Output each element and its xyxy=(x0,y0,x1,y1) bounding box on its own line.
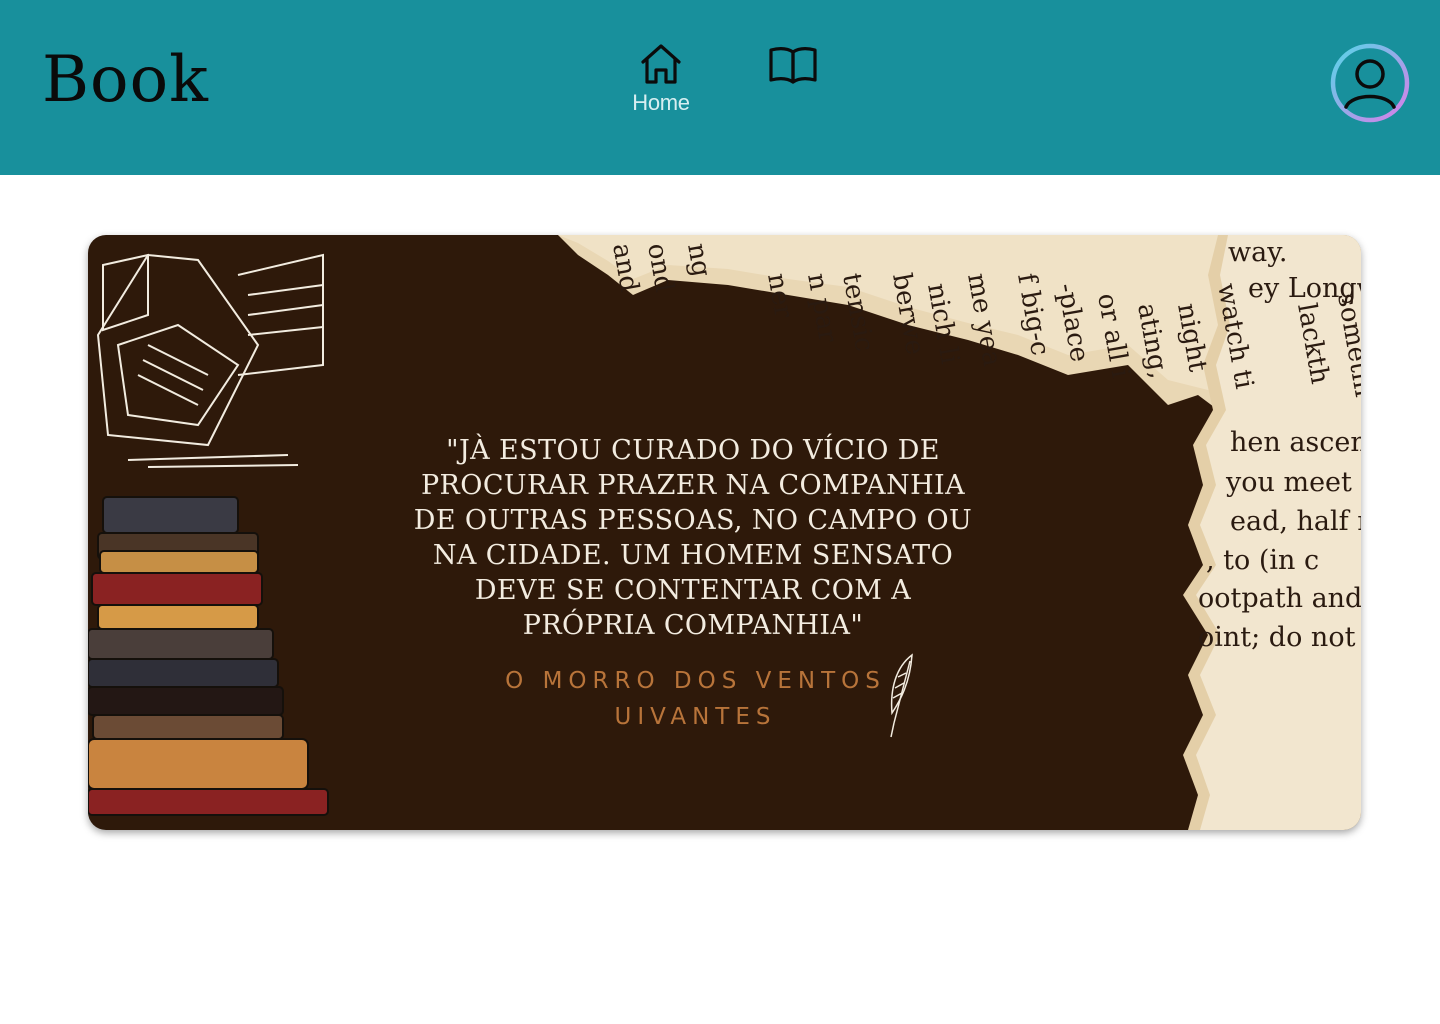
nav-home-label: Home xyxy=(632,90,690,115)
paper-snippet: way. xyxy=(1228,237,1288,268)
quote-source: O Morro dos Ventos Uivantes xyxy=(505,668,886,730)
paper-snippet: ootpath and xyxy=(1198,583,1361,614)
feather-icon xyxy=(886,653,918,744)
paper-snippet: oint; do not c xyxy=(1198,622,1361,653)
home-icon xyxy=(637,40,685,88)
user-avatar-button[interactable] xyxy=(1330,43,1410,123)
paper-snippet: ead, half r xyxy=(1230,506,1361,537)
nav-library[interactable] xyxy=(762,40,824,88)
app-logo[interactable]: Book xyxy=(42,40,209,120)
open-book-icon xyxy=(767,40,819,88)
user-avatar-icon xyxy=(1330,43,1410,127)
paper-snippet: ey Longw xyxy=(1248,273,1361,304)
svg-text:ner: ner xyxy=(761,271,798,321)
svg-text:ng: ng xyxy=(681,241,716,279)
paper-snippet: you meet a xyxy=(1226,467,1361,498)
book-quote: "Jà estou curado do vício de procurar pr… xyxy=(413,435,973,641)
paper-snippet: hen ascen xyxy=(1230,427,1361,458)
paper-snippet: , to (in c xyxy=(1206,545,1320,576)
quote-banner: and ond ng ner n par tensic berwe nich l… xyxy=(88,235,1361,830)
nav-home[interactable]: Home xyxy=(624,40,698,116)
top-navbar: Book Home xyxy=(0,0,1440,175)
